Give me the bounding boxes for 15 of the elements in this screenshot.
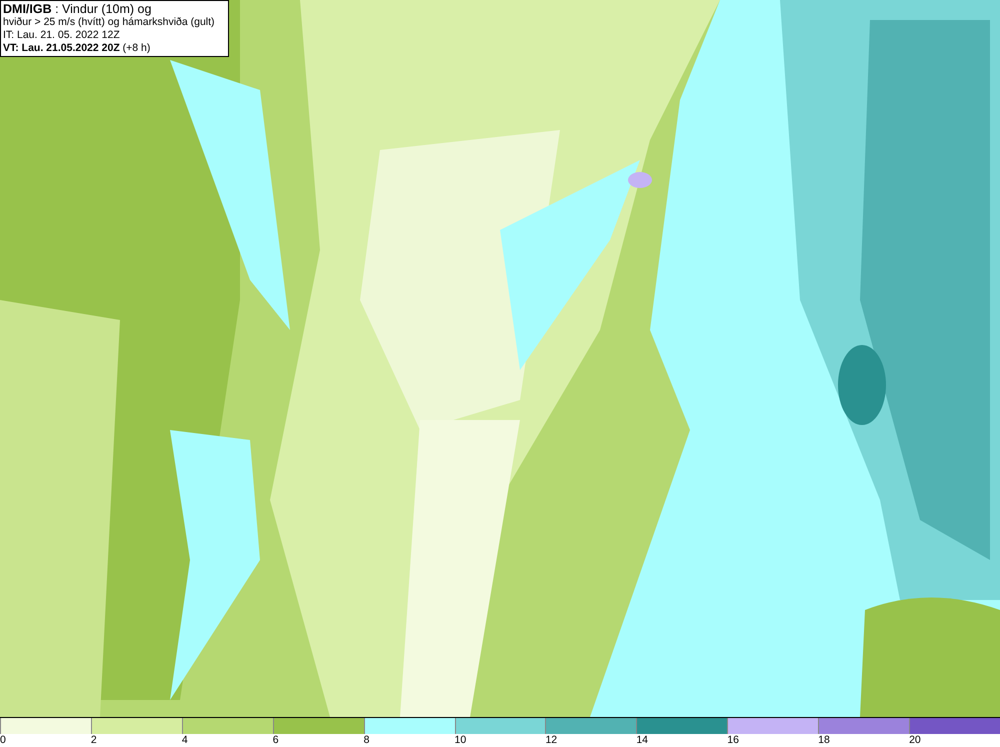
info-text: hviður > 25 m/s (hvítt) og hámarkshviða (gult) <box>3 16 216 29</box>
info-text: IT: Lau. 21. 05. 2022 12Z <box>3 29 121 42</box>
legend-label: 20 <box>909 734 921 747</box>
info-text: DMI/IGB : Vindur (10m) og <box>3 2 152 16</box>
legend-label: 12 <box>545 734 558 747</box>
legend-label: 4 <box>182 734 188 747</box>
legend-label: 18 <box>818 734 830 747</box>
legend-label: 6 <box>272 734 279 747</box>
info-text: VT: Lau. 21.05.2022 20Z (+8 h) <box>3 42 152 55</box>
legend-label: 10 <box>454 734 466 747</box>
legend-label: 14 <box>636 734 648 747</box>
legend-label: 0 <box>0 734 6 747</box>
legend-label: 16 <box>727 734 739 747</box>
legend-label: 8 <box>364 734 370 747</box>
legend-label: 2 <box>90 734 97 747</box>
